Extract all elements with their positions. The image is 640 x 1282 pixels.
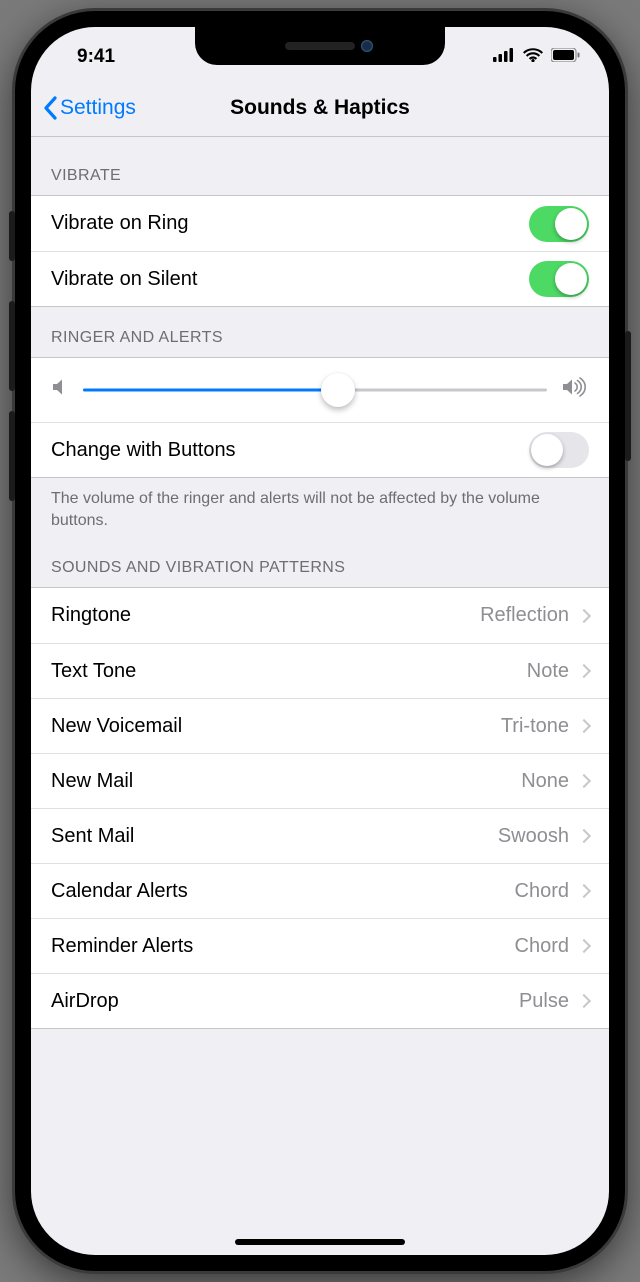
switch-vibrate-on-silent[interactable] (529, 261, 589, 297)
row-label: New Mail (51, 770, 521, 793)
row-sent-mail[interactable]: Sent MailSwoosh (31, 808, 609, 863)
row-change-with-buttons[interactable]: Change with Buttons (31, 422, 609, 477)
chevron-right-icon (577, 719, 591, 733)
row-detail: Swoosh (498, 825, 569, 848)
row-label: Calendar Alerts (51, 880, 515, 903)
nav-bar: Settings Sounds & Haptics (31, 79, 609, 137)
cellular-icon (493, 46, 515, 68)
back-label: Settings (60, 96, 136, 120)
section-footer-ringer: The volume of the ringer and alerts will… (31, 478, 609, 537)
row-vibrate-on-silent[interactable]: Vibrate on Silent (31, 251, 609, 306)
row-reminder-alerts[interactable]: Reminder AlertsChord (31, 918, 609, 973)
volume-low-icon (53, 378, 67, 402)
chevron-right-icon (577, 609, 591, 623)
back-button[interactable]: Settings (43, 96, 136, 120)
row-label: Vibrate on Ring (51, 212, 529, 235)
row-label: AirDrop (51, 990, 519, 1013)
status-time: 9:41 (59, 46, 115, 68)
row-detail: Chord (515, 935, 569, 958)
row-text-tone[interactable]: Text ToneNote (31, 643, 609, 698)
row-detail: Pulse (519, 990, 569, 1013)
chevron-right-icon (577, 774, 591, 788)
row-volume-slider[interactable] (31, 358, 609, 422)
row-label: New Voicemail (51, 715, 501, 738)
row-airdrop[interactable]: AirDropPulse (31, 973, 609, 1028)
row-label: Vibrate on Silent (51, 268, 529, 291)
row-detail: None (521, 770, 569, 793)
wifi-icon (523, 46, 543, 68)
volume-high-icon (563, 377, 587, 403)
chevron-right-icon (577, 939, 591, 953)
row-label: Sent Mail (51, 825, 498, 848)
row-detail: Reflection (480, 604, 569, 627)
row-detail: Note (527, 660, 569, 683)
section-header-ringer: RINGER AND ALERTS (31, 307, 609, 357)
row-label: Text Tone (51, 660, 527, 683)
row-ringtone[interactable]: RingtoneReflection (31, 588, 609, 643)
row-detail: Chord (515, 880, 569, 903)
section-header-vibrate: VIBRATE (31, 137, 609, 195)
row-new-voicemail[interactable]: New VoicemailTri-tone (31, 698, 609, 753)
chevron-left-icon (43, 96, 58, 120)
row-label: Reminder Alerts (51, 935, 515, 958)
chevron-right-icon (577, 884, 591, 898)
row-calendar-alerts[interactable]: Calendar AlertsChord (31, 863, 609, 918)
switch-change-with-buttons[interactable] (529, 432, 589, 468)
section-header-patterns: SOUNDS AND VIBRATION PATTERNS (31, 537, 609, 587)
home-indicator[interactable] (235, 1239, 405, 1245)
volume-slider[interactable] (83, 372, 547, 408)
battery-icon (551, 46, 581, 68)
row-label: Change with Buttons (51, 439, 529, 462)
chevron-right-icon (577, 664, 591, 678)
chevron-right-icon (577, 829, 591, 843)
row-detail: Tri-tone (501, 715, 569, 738)
row-label: Ringtone (51, 604, 480, 627)
row-vibrate-on-ring[interactable]: Vibrate on Ring (31, 196, 609, 251)
switch-vibrate-on-ring[interactable] (529, 206, 589, 242)
chevron-right-icon (577, 994, 591, 1008)
row-new-mail[interactable]: New MailNone (31, 753, 609, 808)
